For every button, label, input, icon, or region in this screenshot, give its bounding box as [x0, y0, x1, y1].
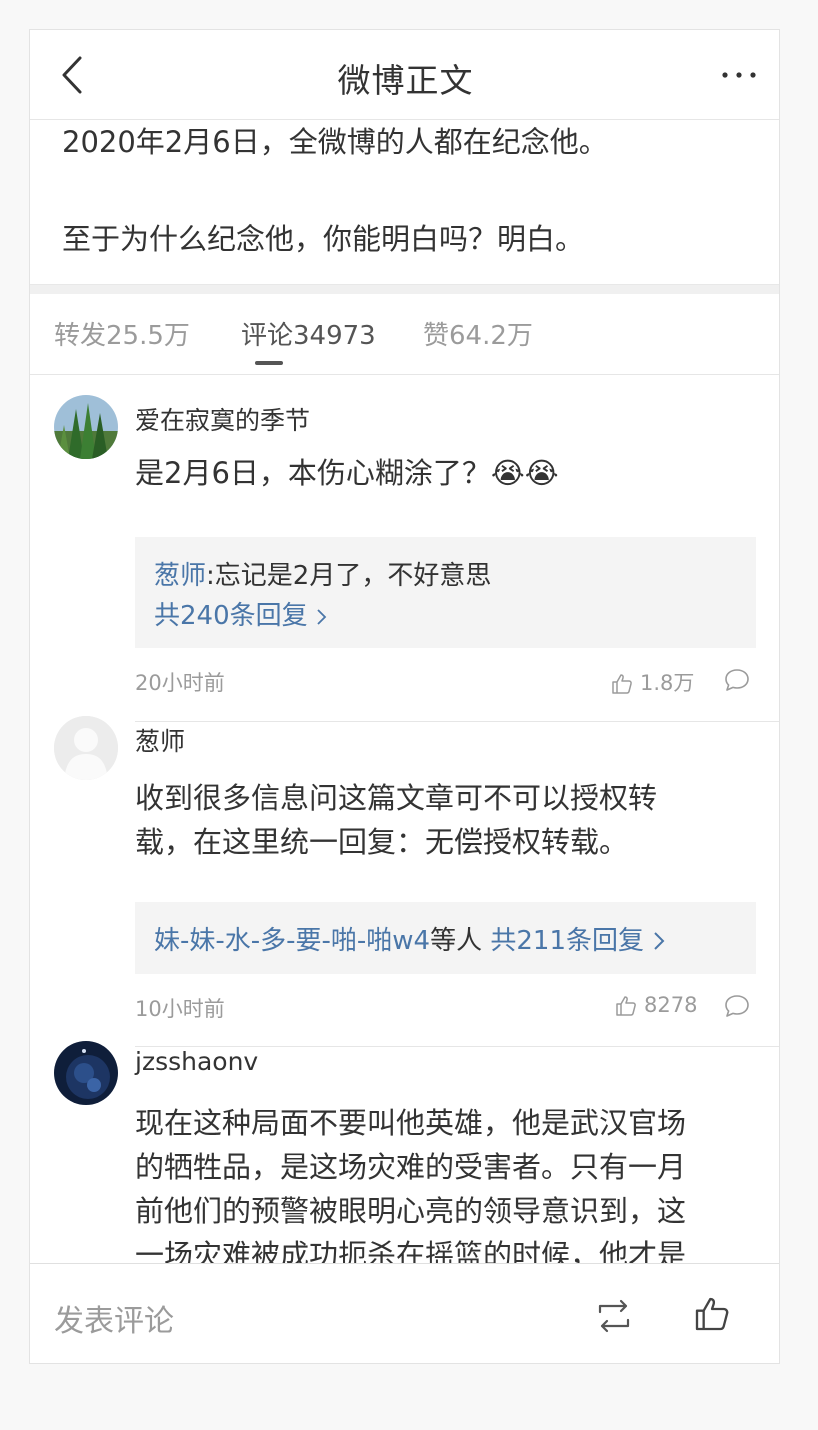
reply-button[interactable] — [722, 991, 752, 1021]
reply-count: 共211条回复 — [490, 926, 645, 956]
tab-likes[interactable]: 赞64.2万 — [423, 315, 533, 352]
comment-text-line: 前他们的预警被眼明心亮的领导意识到，这 — [135, 1194, 687, 1228]
comment-text: 收到很多信息问这篇文章可不可以授权转 载，在这里统一回复：无偿授权转载。 — [135, 776, 755, 864]
thumbs-up-icon — [695, 1297, 729, 1331]
reply-preview: 妹-妹-水-多-要-啪-啪w4等人 共211条回复 — [154, 920, 666, 957]
comment-text-line: 的牺牲品，是这场灾难的受害者。只有一月 — [135, 1150, 687, 1184]
reply-preview: 葱师:忘记是2月了，不好意思 — [154, 555, 491, 592]
comment-author[interactable]: jzsshaonv — [135, 1047, 258, 1076]
tab-reposts[interactable]: 转发25.5万 — [54, 315, 190, 352]
top-navigation-bar: 微博正文 — [30, 30, 779, 120]
reply-text: :忘记是2月了，不好意思 — [206, 561, 492, 591]
avatar[interactable] — [54, 716, 118, 780]
weibo-detail-screen: 微博正文 2020年2月6日，全微博的人都在纪念他。 至于为什么纪念他，你能明白… — [29, 29, 780, 1364]
page-title: 微博正文 — [337, 61, 474, 100]
speech-bubble-icon — [725, 669, 749, 691]
comment-time: 20小时前 — [135, 671, 225, 695]
bottom-action-bar: 发表评论 — [30, 1263, 779, 1363]
reply-preview-box[interactable]: 妹-妹-水-多-要-啪-啪w4等人 共211条回复 — [135, 902, 756, 974]
like-count: 8278 — [644, 993, 698, 1017]
reply-preview-box[interactable]: 葱师:忘记是2月了，不好意思 共240条回复 — [135, 537, 756, 648]
comment-text: 是2月6日，本伤心糊涂了？😭😭 — [135, 456, 559, 490]
more-button[interactable] — [719, 58, 759, 92]
avatar[interactable] — [54, 395, 118, 459]
comment-text-line: 现在这种局面不要叫他英雄，他是武汉官场 — [135, 1106, 687, 1140]
reply-count: 共240条回复 — [154, 601, 308, 631]
comment-time: 10小时前 — [135, 997, 225, 1021]
comment-author[interactable]: 葱师 — [135, 722, 185, 758]
post-text-line: 至于为什么纪念他，你能明白吗？明白。 — [62, 222, 585, 256]
repost-button[interactable] — [594, 1298, 634, 1334]
reply-author[interactable]: 葱师 — [154, 561, 206, 591]
thumbs-up-icon — [616, 996, 636, 1016]
repost-icon — [598, 1299, 630, 1333]
view-replies-link[interactable]: 共240条回复 — [154, 595, 328, 632]
like-button[interactable]: 8278 — [614, 993, 697, 1018]
like-button[interactable]: 1.8万 — [610, 667, 694, 697]
reply-authors[interactable]: 妹-妹-水-多-要-啪-啪w4 — [154, 926, 430, 956]
thumbs-up-icon — [612, 674, 632, 694]
view-replies-link[interactable]: 共211条回复 — [490, 926, 666, 956]
comment-text: 现在这种局面不要叫他英雄，他是武汉官场 的牺牲品，是这场灾难的受害者。只有一月 … — [135, 1101, 755, 1277]
comment-input[interactable]: 发表评论 — [54, 1296, 174, 1340]
tab-comments[interactable]: 评论34973 — [241, 315, 376, 352]
post-text-line: 2020年2月6日，全微博的人都在纪念他。 — [62, 125, 608, 159]
chevron-right-icon — [317, 609, 327, 625]
more-dots-icon — [722, 72, 756, 78]
comment-text-line: 收到很多信息问这篇文章可不可以授权转 — [135, 781, 658, 815]
reply-mid-text: 等人 — [430, 926, 483, 956]
like-post-button[interactable] — [692, 1294, 732, 1334]
interaction-tabs: 转发25.5万 评论34973 赞64.2万 — [30, 293, 779, 375]
active-tab-indicator — [255, 361, 283, 365]
chevron-right-icon — [654, 932, 665, 950]
reply-button[interactable] — [722, 665, 752, 695]
like-count: 1.8万 — [640, 671, 695, 695]
comment-author[interactable]: 爱在寂寞的季节 — [135, 401, 310, 437]
avatar[interactable] — [54, 1041, 118, 1105]
speech-bubble-icon — [725, 995, 749, 1017]
comment-text-line: 载，在这里统一回复：无偿授权转载。 — [135, 825, 629, 859]
comment-divider — [135, 721, 779, 722]
